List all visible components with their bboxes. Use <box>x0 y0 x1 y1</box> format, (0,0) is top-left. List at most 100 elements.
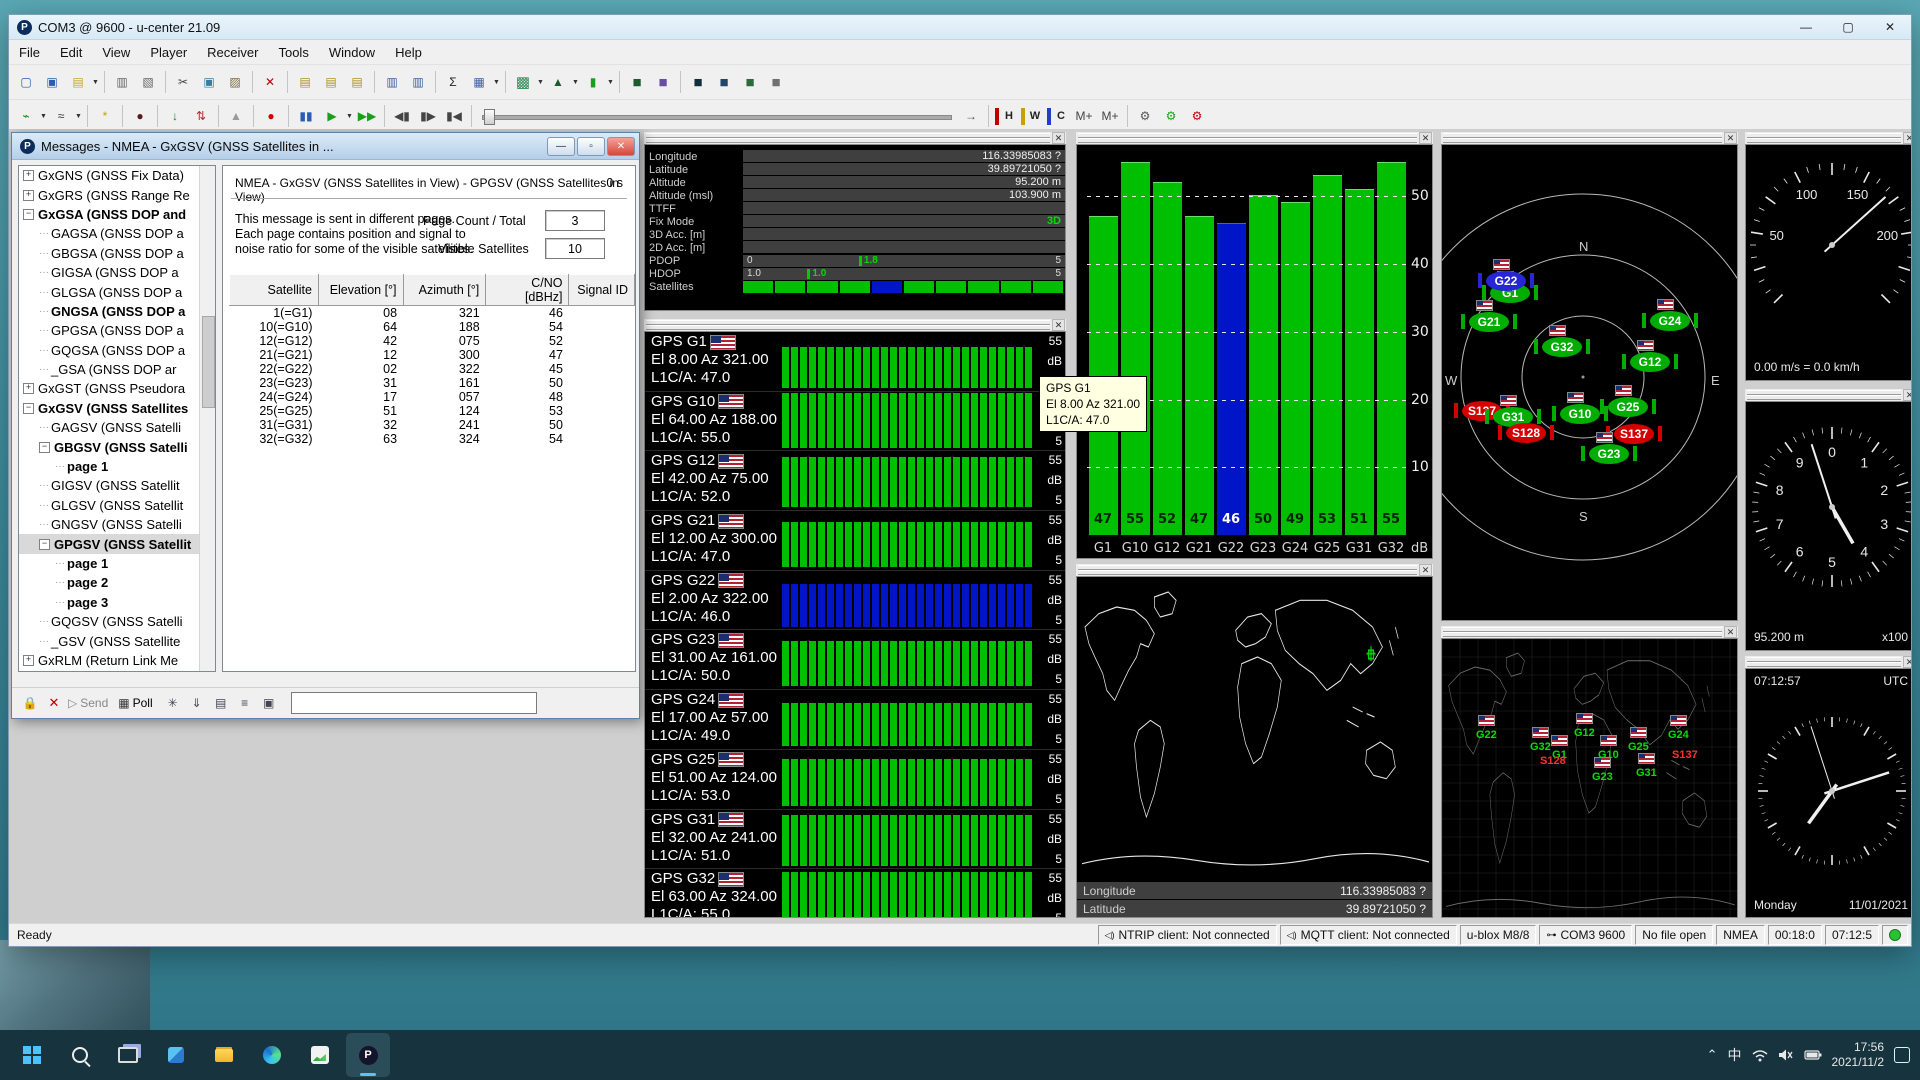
screenshot-icon[interactable]: ▣ <box>259 693 279 713</box>
packet-console-icon[interactable]: ▤ <box>319 70 343 94</box>
clock-panel-gripper[interactable]: ✕ <box>1745 656 1911 668</box>
altimeter-panel-gripper[interactable]: ✕ <box>1745 389 1911 401</box>
message-grid2-icon[interactable]: M+ <box>1098 104 1122 128</box>
open-icon[interactable]: ▤ <box>66 70 90 94</box>
gps-panel-gripper[interactable]: ✕ <box>644 319 1066 331</box>
volume-muted-icon[interactable] <box>1778 1048 1794 1062</box>
taskbar-start-icon[interactable] <box>10 1033 54 1077</box>
tree-expand-icon[interactable]: − <box>23 403 34 414</box>
gear-add-icon[interactable]: ⚙ <box>1159 104 1183 128</box>
play-icon-dropdown[interactable]: ▼ <box>345 105 354 127</box>
altimeter-panel-close-icon[interactable]: ✕ <box>1903 389 1911 401</box>
status-segment-com3[interactable]: ⊶COM3 9600 <box>1539 925 1632 945</box>
step-back-icon[interactable]: ◀▮ <box>390 104 414 128</box>
taskbar-u-center-icon[interactable]: P <box>346 1033 390 1077</box>
fast-forward-icon[interactable]: ▶▶ <box>355 104 379 128</box>
console-a-icon[interactable]: ■ <box>686 70 710 94</box>
tree-item-glgsv[interactable]: ···GLGSV (GNSS Satellit <box>19 496 215 515</box>
table-row[interactable]: 25(=G25)5112453 <box>230 404 635 418</box>
skip-start-icon[interactable]: ▮◀ <box>442 104 466 128</box>
chart-bar-G31[interactable]: 51 <box>1345 189 1374 535</box>
speed-gauge-panel-gripper[interactable]: ✕ <box>1745 132 1911 144</box>
command-input[interactable] <box>291 692 537 714</box>
tree-item-gxgst[interactable]: +GxGST (GNSS Pseudora <box>19 379 215 398</box>
taskbar-search-icon[interactable] <box>58 1033 102 1077</box>
status-segment-ntrip[interactable]: ◁)NTRIP client: Not connected <box>1098 925 1277 945</box>
sky-satellite-g12[interactable]: G12 <box>1630 352 1670 372</box>
map-panel-gripper[interactable]: ✕ <box>1076 564 1433 576</box>
cut-icon[interactable]: ✂ <box>171 70 195 94</box>
table-row[interactable]: 24(=G24)1705748 <box>230 390 635 404</box>
console-b-icon[interactable]: ■ <box>712 70 736 94</box>
clear-icon[interactable]: ✕ <box>44 693 64 713</box>
messages-close-button[interactable]: ✕ <box>607 137 635 156</box>
wand-icon[interactable]: ✳ <box>163 693 183 713</box>
histogram-view-icon[interactable]: ▮ <box>581 70 605 94</box>
data-panel-close-icon[interactable]: ✕ <box>1052 132 1065 144</box>
gear-icon[interactable]: ⚙ <box>1133 104 1157 128</box>
message-grid-icon[interactable]: M+ <box>1072 104 1096 128</box>
column-header[interactable]: Signal ID <box>569 275 635 306</box>
column-header[interactable]: Satellite <box>230 275 319 306</box>
list-icon[interactable]: ≡ <box>235 693 255 713</box>
menu-item-window[interactable]: Window <box>319 40 385 64</box>
status-segment-07125[interactable]: 07:12:5 <box>1825 925 1879 945</box>
tree-expand-icon[interactable]: − <box>39 539 50 550</box>
data-panel-gripper[interactable]: ✕ <box>644 132 1066 144</box>
sky-satellite-g24[interactable]: G24 <box>1650 311 1690 331</box>
cno-panel-gripper[interactable]: ✕ <box>1076 132 1433 144</box>
ime-indicator[interactable]: 中 <box>1728 1045 1742 1065</box>
thermometer-cold-icon[interactable]: C <box>1046 104 1070 128</box>
play-icon[interactable]: ▶ <box>320 104 344 128</box>
tree-item-gxgsa[interactable]: −GxGSA (GNSS DOP and <box>19 205 215 224</box>
step-forward-icon[interactable]: ▮▶ <box>416 104 440 128</box>
status-segment-ublox[interactable]: u-blox M8/8 <box>1460 925 1537 945</box>
maximize-button[interactable]: ▢ <box>1827 15 1869 39</box>
sky-satellite-g21[interactable]: G21 <box>1469 312 1509 332</box>
copy-icon[interactable]: ▣ <box>197 70 221 94</box>
transfer-icon[interactable]: ⇅ <box>189 104 213 128</box>
pause-icon[interactable]: ▮▮ <box>294 104 318 128</box>
poll-button[interactable]: ▦Poll <box>118 696 152 710</box>
tree-scrollbar[interactable] <box>199 166 215 671</box>
table-row[interactable]: 12(=G12)4207552 <box>230 334 635 348</box>
gps-entry-gps-g1[interactable]: GPS G1 El 8.00 Az 321.00L1C/A: 47.055dB5 <box>645 332 1065 392</box>
export-icon[interactable]: ⇓ <box>187 693 207 713</box>
tree-expand-icon[interactable]: − <box>39 442 50 453</box>
chart-bar-G22[interactable]: 46 <box>1217 223 1246 536</box>
messages-restore-button[interactable]: ▫ <box>577 137 605 156</box>
speed-gauge-panel-close-icon[interactable]: ✕ <box>1903 132 1911 144</box>
lock-icon[interactable]: 🔒 <box>20 693 40 713</box>
tray-chevron-icon[interactable]: ⌃ <box>1707 1047 1718 1063</box>
column-header[interactable]: C/NO [dBHz] <box>486 275 569 306</box>
status-segment-nmea[interactable]: NMEA <box>1716 925 1765 945</box>
tree-item-gbgsa[interactable]: ···GBGSA (GNSS DOP a <box>19 244 215 263</box>
tree-item-page[interactable]: ···page 2 <box>19 573 215 592</box>
connect-icon[interactable]: ⌁ <box>14 104 38 128</box>
tree-item-gngsa[interactable]: ···GNGSA (GNSS DOP a <box>19 302 215 321</box>
menu-item-receiver[interactable]: Receiver <box>197 40 268 64</box>
eject-icon[interactable]: ▲ <box>224 104 248 128</box>
sky-satellite-g25[interactable]: G25 <box>1608 397 1648 417</box>
save-icon[interactable]: ▣ <box>40 70 64 94</box>
taskbar-task-view-icon[interactable] <box>106 1033 150 1077</box>
tree-expand-icon[interactable]: + <box>23 170 34 181</box>
minimap-panel-gripper[interactable]: ✕ <box>1441 626 1738 638</box>
tree-item-gxrlm[interactable]: +GxRLM (Return Link Me <box>19 651 215 670</box>
cno-panel-close-icon[interactable]: ✕ <box>1419 132 1432 144</box>
map-view-icon[interactable]: ▩ <box>511 70 535 94</box>
sky-panel-gripper[interactable]: ✕ <box>1441 132 1738 144</box>
tree-item-gagsa[interactable]: ···GAGSA (GNSS DOP a <box>19 224 215 243</box>
table-view-icon[interactable]: ▦ <box>467 70 491 94</box>
sky-satellite-g32[interactable]: G32 <box>1542 337 1582 357</box>
chart-bar-G25[interactable]: 53 <box>1313 175 1342 535</box>
gps-entry-gps-g10[interactable]: GPS G10 El 64.00 Az 188.00L1C/A: 55.055d… <box>645 392 1065 452</box>
sky-satellite-g22[interactable]: G22 <box>1486 271 1526 291</box>
status-segment-indicator[interactable] <box>1882 925 1908 945</box>
wifi-icon[interactable] <box>1752 1048 1768 1062</box>
taskbar-file-explorer-icon[interactable] <box>202 1033 246 1077</box>
chart-view-icon-dropdown[interactable]: ▼ <box>571 71 580 93</box>
tree-item-_gsv[interactable]: ···_GSV (GNSS Satellite <box>19 631 215 650</box>
tree-item-glgsa[interactable]: ···GLGSA (GNSS DOP a <box>19 282 215 301</box>
gps-entry-gps-g32[interactable]: GPS G32 El 63.00 Az 324.00L1C/A: 55.055d… <box>645 869 1065 918</box>
